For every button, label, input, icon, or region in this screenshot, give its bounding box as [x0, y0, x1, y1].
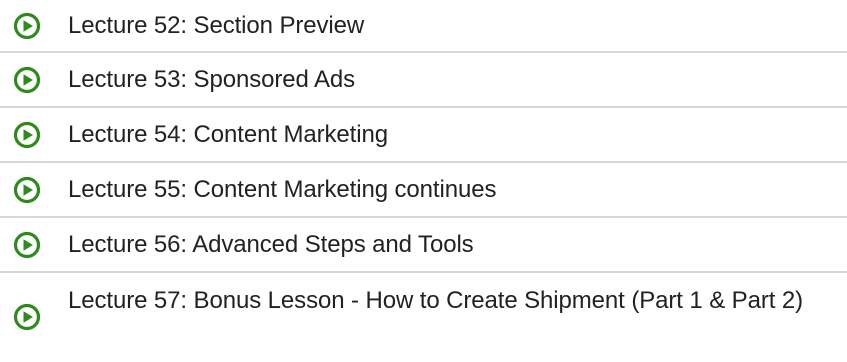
lecture-item-57[interactable]: Lecture 57: Bonus Lesson - How to Create… [0, 273, 847, 361]
play-circle-icon [13, 12, 41, 39]
lecture-title[interactable]: Lecture 54: Content Marketing [68, 117, 388, 153]
lecture-item-56[interactable]: Lecture 56: Advanced Steps and Tools [0, 218, 847, 273]
lecture-item-55[interactable]: Lecture 55: Content Marketing continues [0, 163, 847, 218]
lecture-title[interactable]: Lecture 53: Sponsored Ads [68, 62, 355, 98]
lecture-title[interactable]: Lecture 55: Content Marketing continues [68, 172, 496, 208]
play-circle-icon [13, 66, 41, 93]
lecture-list: Lecture 52: Section Preview Lecture 53: … [0, 0, 847, 361]
lecture-title[interactable]: Lecture 52: Section Preview [68, 8, 364, 44]
play-circle-icon [13, 231, 41, 258]
lecture-item-53[interactable]: Lecture 53: Sponsored Ads [0, 53, 847, 108]
lecture-item-52[interactable]: Lecture 52: Section Preview [0, 0, 847, 53]
play-circle-icon [13, 303, 41, 331]
lecture-item-54[interactable]: Lecture 54: Content Marketing [0, 108, 847, 163]
lecture-title[interactable]: Lecture 57: Bonus Lesson - How to Create… [68, 283, 803, 319]
play-circle-icon [13, 176, 41, 203]
lecture-title[interactable]: Lecture 56: Advanced Steps and Tools [68, 227, 474, 263]
play-circle-icon [13, 121, 41, 148]
